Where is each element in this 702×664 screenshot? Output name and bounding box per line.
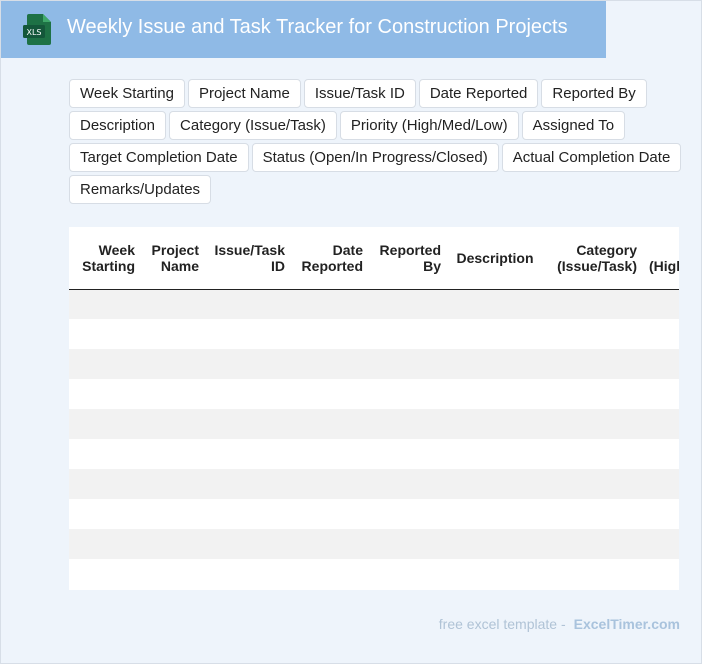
table-row — [69, 379, 679, 409]
table-row — [69, 529, 679, 559]
table-row — [69, 499, 679, 529]
column-header-week-starting[interactable]: Week Starting — [69, 227, 141, 290]
footer-credit: free excel template - ExcelTimer.com — [439, 616, 680, 632]
footer-prefix: free excel template - — [438, 616, 566, 632]
table-row — [69, 439, 679, 469]
table-row — [69, 559, 679, 589]
column-header-project-name[interactable]: Project Name — [141, 227, 205, 290]
table-row — [69, 469, 679, 499]
tracker-table: Week Starting Project Name Issue/Task ID Da… — [69, 227, 679, 590]
field-chip-list: Week Starting Project Name Issue/Task ID… — [69, 79, 689, 204]
footer-brand-link[interactable]: ExcelTimer.com — [574, 616, 680, 632]
xls-file-icon: XLS — [23, 14, 51, 45]
field-chip-description[interactable]: Description — [69, 111, 167, 140]
table-row — [69, 409, 679, 439]
field-chip-actual-completion-date[interactable]: Actual Completion Date — [501, 143, 682, 172]
table-row — [69, 289, 679, 319]
field-chip-category[interactable]: Category (Issue/Task) — [169, 111, 337, 140]
column-header-date-reported[interactable]: Date Reported — [291, 227, 369, 290]
column-header-issue-task-id[interactable]: Issue/Task ID — [205, 227, 291, 290]
table-row — [69, 349, 679, 379]
column-header-priority[interactable]: (High — [643, 227, 679, 290]
field-chip-remarks-updates[interactable]: Remarks/Updates — [69, 175, 212, 204]
page-title: Weekly Issue and Task Tracker for Constr… — [67, 16, 568, 38]
title-banner: XLS Weekly Issue and Task Tracker for Co… — [1, 1, 606, 58]
xls-icon-label: XLS — [26, 28, 41, 37]
field-chip-issue-task-id[interactable]: Issue/Task ID — [303, 79, 416, 108]
column-header-description[interactable]: Description — [447, 227, 543, 290]
field-chip-reported-by[interactable]: Reported By — [541, 79, 647, 108]
field-chip-week-starting[interactable]: Week Starting — [69, 79, 185, 108]
table-header-row: Week Starting Project Name Issue/Task ID Da… — [69, 227, 679, 290]
field-chip-status[interactable]: Status (Open/In Progress/Closed) — [251, 143, 499, 172]
field-chip-date-reported[interactable]: Date Reported — [418, 79, 539, 108]
field-chip-assigned-to[interactable]: Assigned To — [521, 111, 626, 140]
field-chip-target-completion-date[interactable]: Target Completion Date — [69, 143, 249, 172]
field-chip-project-name[interactable]: Project Name — [187, 79, 301, 108]
field-chip-priority[interactable]: Priority (High/Med/Low) — [339, 111, 519, 140]
table-row — [69, 319, 679, 349]
column-header-reported-by[interactable]: Reported By — [369, 227, 447, 290]
column-header-category[interactable]: Category (Issue/Task) — [543, 227, 643, 290]
